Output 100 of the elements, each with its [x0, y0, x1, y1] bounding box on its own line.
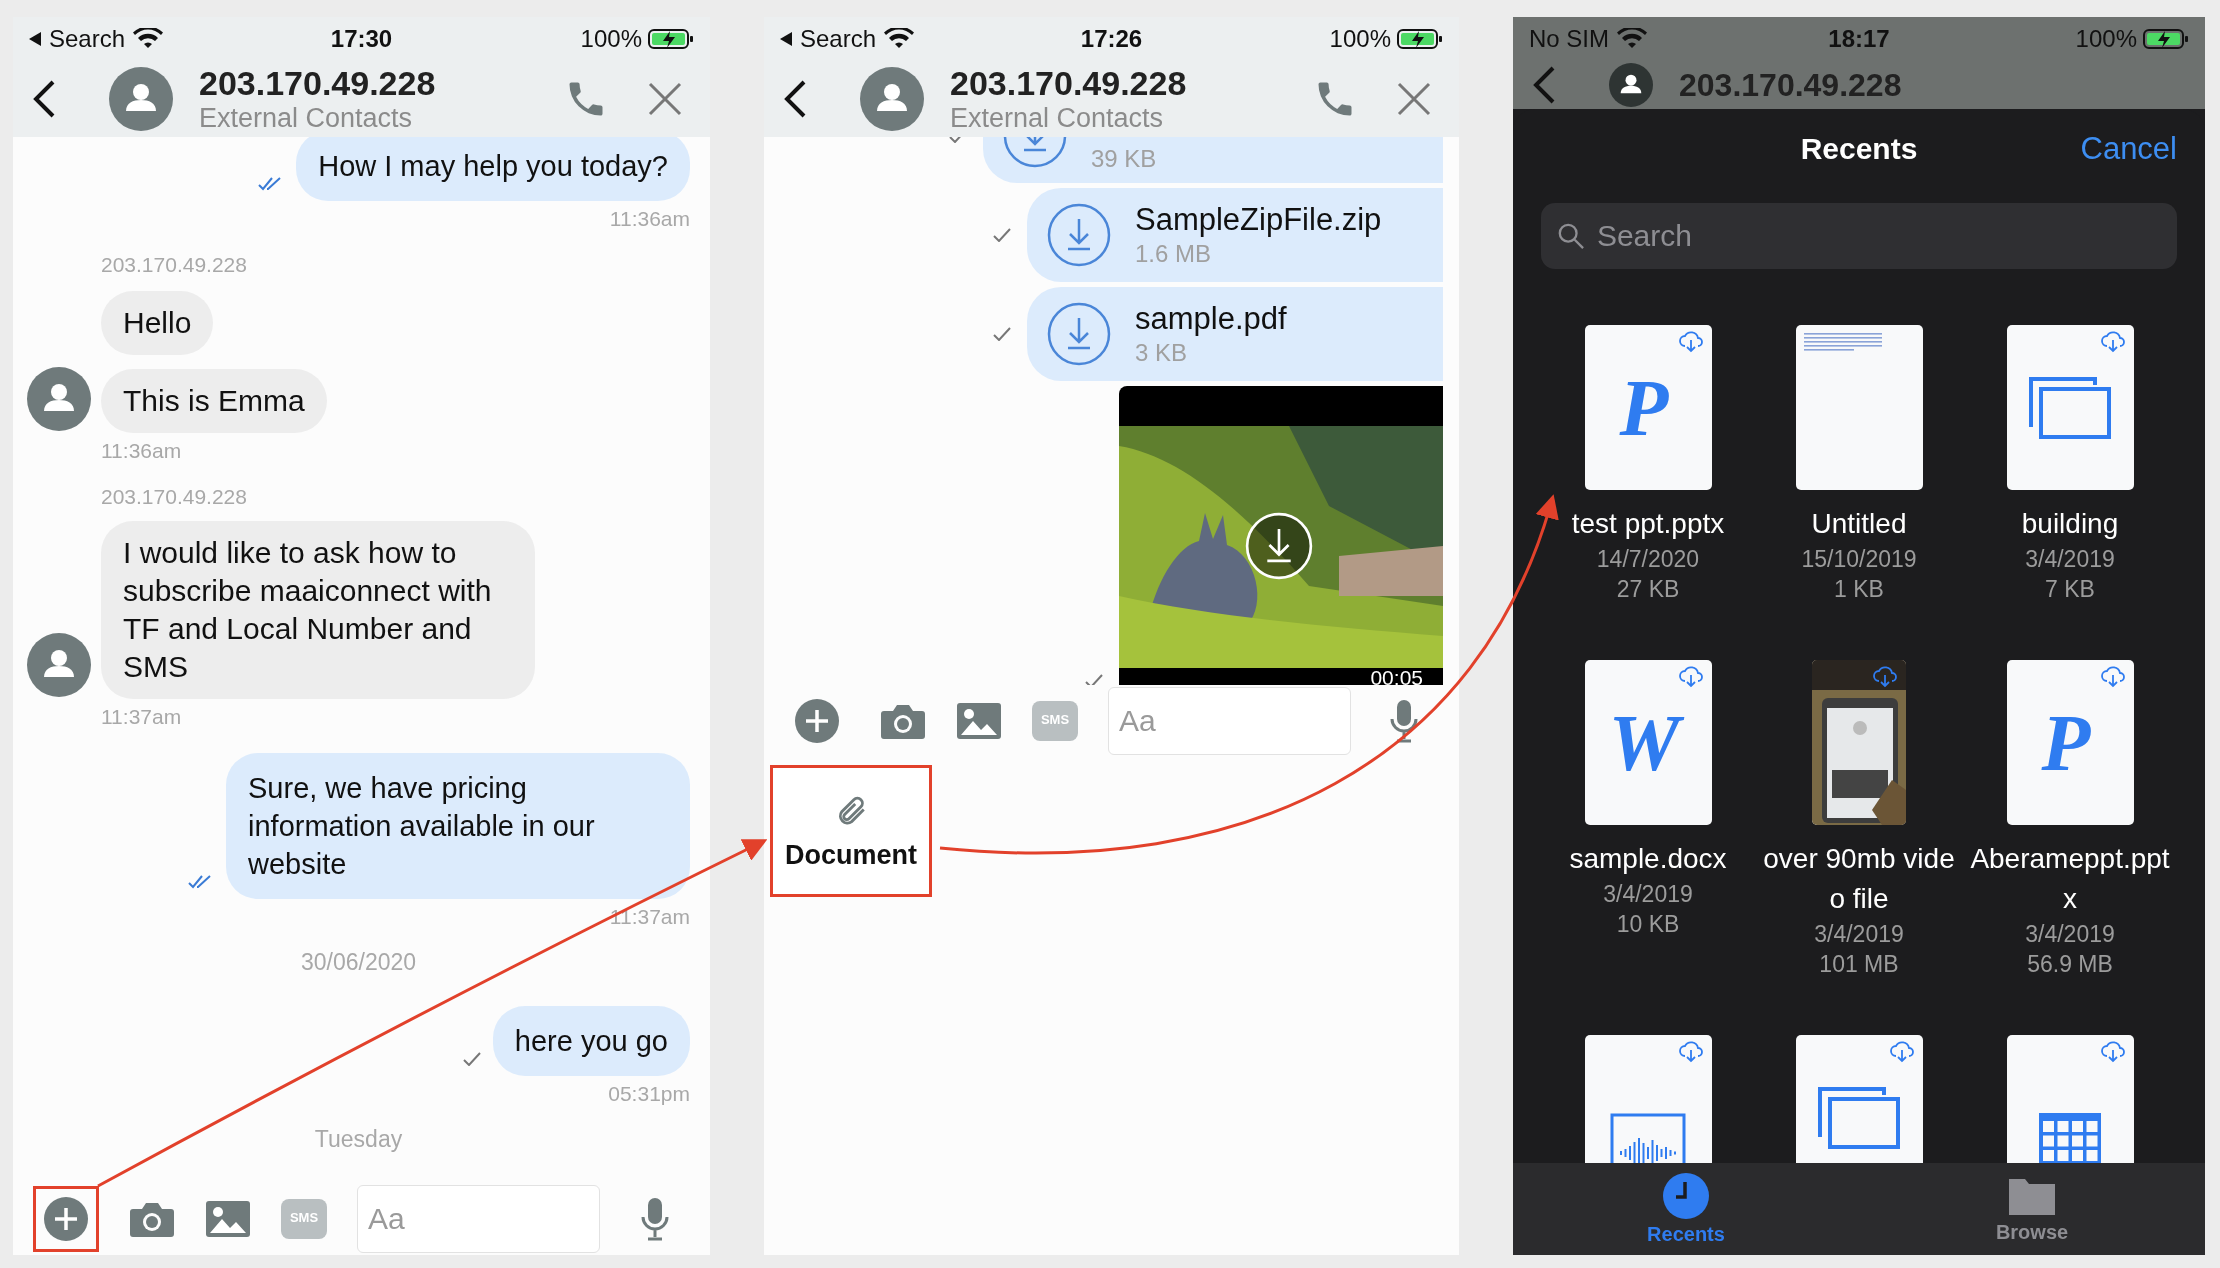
- close-icon[interactable]: [1397, 82, 1431, 116]
- file-thumbnail[interactable]: [2006, 325, 2134, 490]
- avatar-icon: [1609, 63, 1653, 107]
- file-date: 15/10/2019: [1801, 545, 1917, 574]
- file-thumbnail[interactable]: P: [1584, 325, 1712, 490]
- file-thumbnail[interactable]: [2006, 1035, 2134, 1163]
- microphone-icon[interactable]: [640, 1197, 670, 1241]
- back-icon[interactable]: [782, 79, 808, 119]
- file-name: over 90mb video file: [1762, 842, 1956, 916]
- close-icon[interactable]: [648, 82, 682, 116]
- contact-subtitle: External Contacts: [199, 103, 414, 135]
- wifi-icon: [133, 28, 164, 50]
- file-name: building: [2020, 507, 2120, 541]
- download-icon: [1047, 302, 1111, 366]
- message-input[interactable]: Aa: [1108, 687, 1351, 755]
- download-icon: [1047, 203, 1111, 267]
- battery-percent: 100%: [2075, 25, 2137, 53]
- message-time: 11:37am: [609, 905, 690, 929]
- cloud-download-icon: [1677, 666, 1704, 688]
- battery-percent: 100%: [1329, 25, 1391, 53]
- file-name: sample.docx: [1568, 842, 1728, 876]
- search-input[interactable]: Search: [1594, 218, 2161, 254]
- tab-item[interactable]: Recents: [1513, 1163, 1859, 1255]
- file-size: 3 KB: [1135, 338, 1189, 368]
- sender-name: 203.170.49.228: [101, 253, 247, 277]
- file-thumbnail[interactable]: [1584, 1035, 1712, 1163]
- file-name: test ppt.pptx: [1570, 507, 1726, 541]
- clock-icon: [1663, 1172, 1709, 1219]
- cloud-download-icon: [1677, 1041, 1704, 1063]
- tab-item[interactable]: Browse: [1859, 1163, 2205, 1255]
- document-type-icon: W: [1602, 696, 1694, 789]
- message-bubble: Sure, we have pricing information available in our website: [226, 753, 690, 899]
- slides-icon: [1816, 1084, 1902, 1151]
- file-date: 3/4/2019: [2025, 545, 2115, 574]
- file-size: 27 KB: [1616, 575, 1680, 604]
- contact-title: 203.170.49.228: [950, 63, 1188, 103]
- date-separator: Tuesday: [314, 1126, 403, 1153]
- file-message[interactable]: sample.pdf 3 KB: [1027, 287, 1443, 381]
- search-field[interactable]: Search: [1541, 203, 2177, 269]
- file-thumbnail[interactable]: [1795, 325, 1923, 490]
- avatar-icon: [860, 67, 924, 131]
- slides-icon: [2027, 374, 2113, 441]
- message-bubble: This is Emma: [101, 369, 327, 433]
- file-date: 14/7/2020: [1596, 545, 1700, 574]
- message-input[interactable]: Aa: [357, 1185, 600, 1253]
- back-label[interactable]: Search: [800, 25, 877, 53]
- file-date: 3/4/2019: [1603, 880, 1693, 909]
- file-size: 39 KB: [1091, 144, 1157, 174]
- file-size: 10 KB: [1616, 910, 1680, 939]
- image-icon[interactable]: [205, 1199, 251, 1239]
- file-name: SampleZipFile.zip: [1135, 201, 1382, 239]
- file-thumbnail[interactable]: P: [2006, 660, 2134, 825]
- back-label[interactable]: Search: [49, 25, 126, 53]
- image-icon[interactable]: [956, 701, 1002, 741]
- back-arrow-icon: [29, 32, 41, 46]
- battery-icon: [2143, 28, 2189, 50]
- file-size: 101 MB: [1819, 950, 1899, 979]
- sender-name: 203.170.49.228: [101, 485, 247, 509]
- contact-title: 203.170.49.228: [1679, 66, 1903, 104]
- avatar-icon: [27, 633, 91, 697]
- message-bubble: I would like to ask how to subscribe maaiconnect with TF and Local Number and SMS: [101, 521, 535, 699]
- download-icon: [1245, 512, 1313, 580]
- cancel-button[interactable]: Cancel: [2080, 131, 2177, 167]
- file-thumbnail[interactable]: [1795, 1035, 1923, 1163]
- document-option[interactable]: Document: [770, 765, 932, 897]
- file-name: Untitled: [1810, 507, 1908, 541]
- cloud-download-icon: [1872, 666, 1898, 688]
- microphone-icon[interactable]: [1389, 699, 1419, 743]
- document-type-icon: P: [2035, 696, 2105, 789]
- message-bubble: here you go: [492, 1006, 690, 1076]
- file-message[interactable]: SampleZipFile.zip 1.6 MB: [1027, 188, 1443, 282]
- file-thumbnail[interactable]: W: [1584, 660, 1712, 825]
- date-separator: 30/06/2020: [300, 949, 417, 976]
- search-icon: [1557, 221, 1585, 251]
- cloud-download-icon: [1677, 331, 1704, 353]
- clock-time: 18:17: [1828, 25, 1890, 53]
- document-type-icon: P: [1613, 361, 1683, 454]
- message-bubble: How I may help you today?: [296, 137, 690, 201]
- file-date: 3/4/2019: [1814, 920, 1904, 949]
- carrier-label: No SIM: [1529, 25, 1609, 53]
- sheet-title: Recents: [1800, 132, 1918, 166]
- back-arrow-icon: [780, 32, 792, 46]
- file-size: 56.9 MB: [2027, 950, 2113, 979]
- message-bubble: Hello: [101, 291, 214, 355]
- file-size: 1.6 MB: [1135, 239, 1213, 269]
- file-name: sample.pdf: [1135, 300, 1287, 338]
- wifi-icon: [1617, 28, 1647, 50]
- file-name: Aberameppt.pptx: [1970, 842, 2170, 916]
- file-size: 7 KB: [2045, 575, 2095, 604]
- wifi-icon: [884, 28, 915, 50]
- file-date: 3/4/2019: [2025, 920, 2115, 949]
- back-icon[interactable]: [31, 79, 57, 119]
- file-size: 1 KB: [1834, 575, 1884, 604]
- contact-subtitle: External Contacts: [950, 103, 1165, 135]
- clock-time: 17:30: [330, 25, 393, 53]
- message-time: 11:36am: [101, 439, 182, 463]
- message-time: 05:31pm: [608, 1082, 690, 1106]
- add-button[interactable]: [33, 1186, 99, 1252]
- battery-percent: 100%: [580, 25, 642, 53]
- cloud-download-icon: [1888, 1041, 1915, 1063]
